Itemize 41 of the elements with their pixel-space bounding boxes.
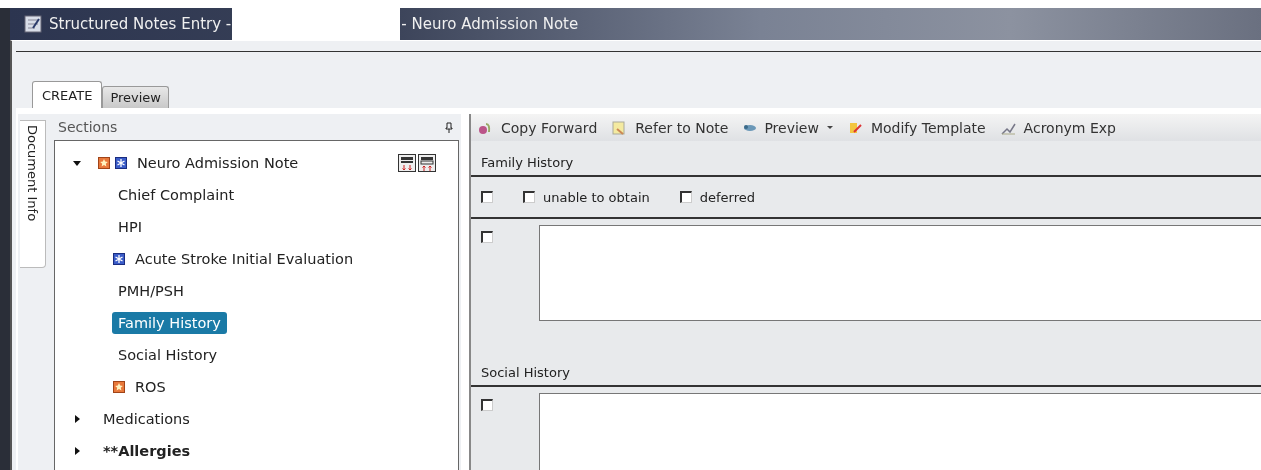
checkbox-label: unable to obtain bbox=[543, 189, 650, 205]
checkbox[interactable] bbox=[481, 191, 493, 203]
toolbar-button[interactable]: Copy Forward bbox=[477, 119, 598, 136]
panel-title: Sections bbox=[58, 119, 118, 135]
expand-arrow-icon[interactable] bbox=[73, 415, 81, 423]
checkbox[interactable] bbox=[481, 399, 493, 411]
window-title: Structured Notes Entry - bbox=[49, 15, 232, 33]
collapse-arrow-icon[interactable] bbox=[73, 159, 81, 167]
section-title: Family History bbox=[471, 141, 1261, 177]
checkbox-label: deferred bbox=[699, 189, 755, 205]
tree-item[interactable]: Social History bbox=[112, 344, 224, 366]
note-icon bbox=[611, 119, 628, 136]
tree-item[interactable]: Neuro Admission Note bbox=[131, 152, 305, 174]
tree-item[interactable]: Family History bbox=[112, 312, 227, 334]
toolbar-button[interactable]: Refer to Note bbox=[611, 119, 729, 136]
checkbox[interactable] bbox=[679, 191, 692, 203]
notepad-icon bbox=[24, 15, 42, 33]
expand-arrow-icon[interactable] bbox=[73, 447, 81, 455]
side-tab[interactable]: Document Info bbox=[20, 120, 46, 268]
section-title: Social History bbox=[471, 351, 1261, 387]
tree-item[interactable]: PMH/PSH bbox=[112, 280, 190, 302]
tree-item[interactable]: Chief Complaint bbox=[112, 184, 241, 206]
preview-icon bbox=[742, 124, 757, 131]
tree-item[interactable]: **Allergies bbox=[97, 440, 197, 462]
tree-item[interactable]: Medications bbox=[97, 408, 196, 430]
expand-all-icon[interactable] bbox=[398, 154, 416, 172]
tree-item[interactable]: HPI bbox=[112, 216, 148, 238]
caret-icon[interactable] bbox=[826, 126, 833, 129]
toolbar-button[interactable]: Acronym Exp bbox=[999, 119, 1116, 136]
checkbox[interactable] bbox=[481, 231, 493, 243]
tree-item[interactable]: ROS bbox=[129, 376, 172, 398]
text-area[interactable] bbox=[539, 225, 1261, 321]
window-title: - Neuro Admission Note bbox=[401, 15, 579, 33]
tab[interactable]: CREATE bbox=[32, 81, 103, 108]
toolbar-button[interactable]: Modify Template bbox=[846, 119, 986, 136]
pin-icon[interactable] bbox=[445, 121, 453, 133]
tab[interactable]: Preview bbox=[102, 86, 169, 108]
checkbox[interactable] bbox=[523, 191, 535, 203]
collapse-all-icon[interactable] bbox=[418, 154, 436, 172]
toolbar-button[interactable]: Preview bbox=[742, 119, 833, 136]
tree-item[interactable]: Acute Stroke Initial Evaluation bbox=[129, 248, 360, 270]
